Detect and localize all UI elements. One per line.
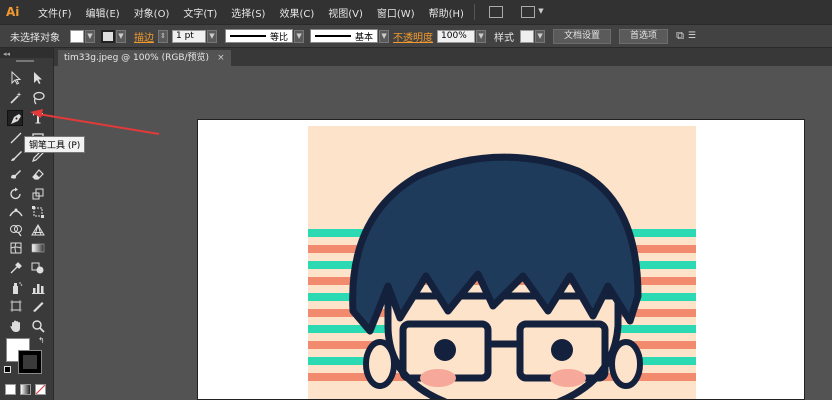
document-tab[interactable]: tim33g.jpeg @ 100% (RGB/预览) × [58, 50, 231, 66]
direct-selection-tool-icon[interactable] [30, 70, 46, 86]
right-blush [550, 369, 586, 387]
column-graph-tool-icon[interactable] [30, 280, 46, 296]
brush-label: 基本 [355, 32, 374, 43]
stroke-swatch[interactable] [101, 29, 115, 43]
profile-line [230, 35, 266, 37]
no-selection-label: 未选择对象 [10, 32, 60, 44]
document-tab-bar: tim33g.jpeg @ 100% (RGB/预览) × [54, 48, 832, 66]
swap-colors-icon[interactable]: ↰ [38, 336, 45, 345]
eyedropper-tool-icon[interactable] [8, 260, 24, 276]
color-mode-icon[interactable] [5, 384, 16, 395]
default-colors-icon[interactable] [4, 366, 11, 373]
line-segment-tool-icon[interactable] [8, 130, 24, 146]
avatar-illustration [308, 126, 696, 399]
menu-object[interactable]: 对象(O) [134, 5, 170, 20]
mesh-tool-icon[interactable] [8, 240, 24, 256]
eraser-tool-icon[interactable] [30, 166, 46, 182]
collapse-icon[interactable]: ◂◂ [3, 50, 10, 58]
menu-view[interactable]: 视图(V) [328, 5, 363, 20]
menu-divider [473, 4, 475, 20]
stroke-weight-dropdown-icon[interactable]: ▼ [207, 29, 217, 43]
blob-brush-tool-icon[interactable] [8, 166, 24, 182]
right-ear [609, 339, 643, 389]
zoom-tool-icon[interactable] [30, 318, 46, 334]
document-tab-title: tim33g.jpeg @ 100% (RGB/预览) [64, 53, 210, 63]
arrange-dropdown-icon[interactable]: ▼ [536, 6, 546, 19]
right-eye [551, 339, 573, 361]
annotation-arrow [30, 109, 160, 135]
arrange-documents-icon[interactable] [520, 6, 535, 18]
scale-tool-icon[interactable] [30, 186, 46, 202]
tools-panel-header[interactable]: ◂◂ [0, 48, 53, 58]
stroke-weight-field[interactable]: 1 pt [172, 29, 206, 43]
stroke-color-box[interactable] [18, 350, 42, 374]
brush-line [315, 35, 352, 37]
stroke-stepper-icon[interactable]: ⇕ [158, 29, 168, 43]
doc-setup-button[interactable]: 文档设置 [553, 28, 612, 44]
tools-panel: ◂◂ ↰ [0, 48, 54, 400]
perspective-grid-tool-icon[interactable] [30, 222, 46, 238]
width-tool-icon[interactable] [8, 204, 24, 220]
preferences-button[interactable]: 首选项 [619, 28, 669, 44]
none-mode-icon[interactable] [35, 384, 46, 395]
paintbrush-tool-icon[interactable] [8, 148, 24, 164]
artboard-tool-icon[interactable] [8, 298, 24, 314]
brush-dropdown-icon[interactable]: ▼ [379, 29, 390, 43]
style-dropdown-icon[interactable]: ▼ [535, 29, 546, 43]
artboard[interactable] [197, 119, 805, 400]
stroke-dropdown-icon[interactable]: ▼ [116, 29, 126, 43]
hand-tool-icon[interactable] [8, 318, 24, 334]
variable-width-profile[interactable]: 等比 [225, 29, 294, 43]
control-bar: 未选择对象 ▼ ▼ 描边 ⇕ 1 pt ▼ 等比 ▼ 基本 ▼ 不透明度 100… [0, 24, 832, 48]
opacity-dropdown-icon[interactable]: ▼ [476, 29, 487, 43]
close-tab-icon[interactable]: × [217, 50, 225, 66]
menu-file[interactable]: 文件(F) [38, 5, 72, 20]
menu-help[interactable]: 帮助(H) [429, 5, 464, 20]
profile-dropdown-icon[interactable]: ▼ [294, 29, 305, 43]
fill-swatch[interactable] [70, 29, 84, 43]
menu-edit[interactable]: 编辑(E) [86, 5, 120, 20]
menu-select[interactable]: 选择(S) [231, 5, 265, 20]
left-ear [363, 339, 397, 389]
menu-window[interactable]: 窗口(W) [377, 5, 415, 20]
fill-dropdown-icon[interactable]: ▼ [85, 29, 95, 43]
brush-definition[interactable]: 基本 [310, 29, 379, 43]
opacity-label[interactable]: 不透明度 [393, 29, 433, 44]
profile-label: 等比 [270, 32, 289, 43]
menu-bar: Ai 文件(F) 编辑(E) 对象(O) 文字(T) 选择(S) 效果(C) 视… [0, 0, 832, 24]
stroke-label[interactable]: 描边 [134, 29, 154, 44]
pen-tool-icon[interactable] [7, 110, 23, 126]
bridge-icon[interactable] [488, 6, 503, 18]
align-icon[interactable]: ⧉ [676, 29, 684, 43]
panel-menu-icon[interactable]: ☰ [688, 31, 696, 41]
gradient-mode-icon[interactable] [20, 384, 31, 395]
pen-tool-tooltip: 钢笔工具 (P) [24, 136, 86, 153]
lasso-tool-icon[interactable] [30, 90, 46, 106]
rotate-tool-icon[interactable] [8, 186, 24, 202]
gradient-tool-icon[interactable] [30, 240, 46, 256]
style-label: 样式 [494, 32, 515, 44]
left-eye [434, 339, 456, 361]
face [384, 292, 622, 399]
shape-builder-tool-icon[interactable] [8, 222, 24, 238]
selection-tool-icon[interactable] [8, 70, 24, 86]
menu-type[interactable]: 文字(T) [183, 5, 217, 20]
symbol-sprayer-tool-icon[interactable] [8, 280, 24, 296]
blend-tool-icon[interactable] [30, 260, 46, 276]
left-blush [420, 369, 456, 387]
opacity-field[interactable]: 100% [437, 29, 476, 43]
free-transform-tool-icon[interactable] [30, 204, 46, 220]
stroke-color-inner [23, 355, 37, 369]
app-logo: Ai [6, 5, 20, 19]
menu-effect[interactable]: 效果(C) [279, 5, 314, 20]
tools-panel-grip[interactable] [16, 60, 34, 62]
slice-tool-icon[interactable] [30, 298, 46, 314]
magic-wand-tool-icon[interactable] [8, 90, 24, 106]
style-swatch[interactable] [520, 29, 535, 43]
